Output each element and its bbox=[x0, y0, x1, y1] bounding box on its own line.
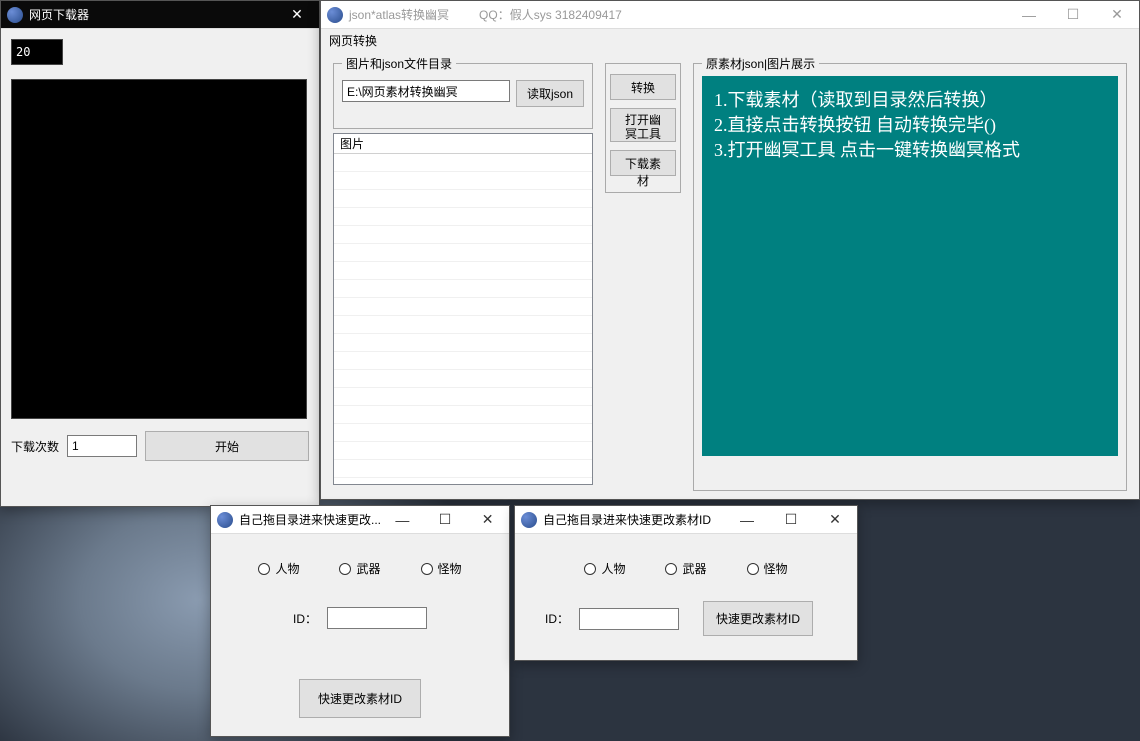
radio-icon bbox=[584, 563, 596, 575]
window-subtitle: QQ：假人sys 3182409417 bbox=[479, 6, 622, 23]
radio-icon bbox=[258, 563, 270, 575]
window-title: 自己拖目录进来快速更改... bbox=[239, 511, 381, 528]
app-icon bbox=[521, 512, 537, 528]
change-id-button[interactable]: 快速更改素材ID bbox=[703, 601, 813, 636]
minimize-icon[interactable]: — bbox=[725, 506, 769, 534]
radio-monster[interactable]: 怪物 bbox=[421, 560, 462, 577]
radio-icon bbox=[339, 563, 351, 575]
start-button[interactable]: 开始 bbox=[145, 431, 309, 461]
app-icon bbox=[7, 7, 23, 23]
radio-icon bbox=[747, 563, 759, 575]
app-icon bbox=[217, 512, 233, 528]
id-label: ID： bbox=[293, 610, 317, 627]
id-changer-window-1: 自己拖目录进来快速更改... — ☐ ✕ 人物 武器 怪物 ID： 快速更改素材… bbox=[210, 505, 510, 737]
id-changer-window-2: 自己拖目录进来快速更改素材ID — ☐ ✕ 人物 武器 怪物 ID： 快速更改素… bbox=[514, 505, 858, 661]
close-icon[interactable]: ✕ bbox=[466, 506, 509, 534]
read-json-button[interactable]: 读取json bbox=[516, 80, 584, 107]
minimize-icon[interactable]: — bbox=[1007, 1, 1051, 29]
radio-character[interactable]: 人物 bbox=[258, 560, 299, 577]
titlebar[interactable]: json*atlas转换幽冥 QQ：假人sys 3182409417 — ☐ ✕ bbox=[321, 1, 1139, 29]
window-title: json*atlas转换幽冥 bbox=[349, 6, 449, 23]
minimize-icon[interactable]: — bbox=[381, 506, 424, 534]
id-input[interactable] bbox=[579, 608, 679, 630]
small-display-value: 20 bbox=[16, 45, 30, 59]
radio-icon bbox=[421, 563, 433, 575]
group-title: 原素材json|图片展示 bbox=[702, 55, 819, 72]
maximize-icon[interactable]: ☐ bbox=[424, 506, 467, 534]
titlebar[interactable]: 自己拖目录进来快速更改... — ☐ ✕ bbox=[211, 506, 509, 534]
type-radio-group: 人物 武器 怪物 bbox=[221, 540, 499, 587]
group-directory: 图片和json文件目录 读取json bbox=[333, 63, 593, 129]
list-body[interactable] bbox=[334, 154, 592, 484]
preview-canvas bbox=[11, 79, 307, 419]
titlebar[interactable]: 自己拖目录进来快速更改素材ID — ☐ ✕ bbox=[515, 506, 857, 534]
window-title: 网页下载器 bbox=[29, 6, 89, 23]
menubar: 网页转换 bbox=[321, 29, 1139, 51]
small-display: 20 bbox=[11, 39, 63, 65]
radio-monster[interactable]: 怪物 bbox=[747, 560, 788, 577]
close-icon[interactable]: ✕ bbox=[1095, 1, 1139, 29]
radio-weapon[interactable]: 武器 bbox=[665, 560, 706, 577]
open-tool-button[interactable]: 打开幽冥工具 bbox=[610, 108, 676, 142]
list-header-label: 图片 bbox=[340, 135, 364, 152]
group-title: 图片和json文件目录 bbox=[342, 55, 456, 72]
menu-web-convert[interactable]: 网页转换 bbox=[329, 34, 377, 48]
list-header[interactable]: 图片 bbox=[334, 134, 592, 154]
id-input[interactable] bbox=[327, 607, 427, 629]
converter-window: json*atlas转换幽冥 QQ：假人sys 3182409417 — ☐ ✕… bbox=[320, 0, 1140, 500]
close-icon[interactable]: ✕ bbox=[813, 506, 857, 534]
count-input[interactable] bbox=[67, 435, 137, 457]
preview-text: 1.下载素材（读取到目录然后转换） 2.直接点击转换按钮 自动转换完毕() 3.… bbox=[702, 76, 1118, 456]
close-icon[interactable]: ✕ bbox=[275, 1, 319, 29]
radio-character[interactable]: 人物 bbox=[584, 560, 625, 577]
maximize-icon[interactable]: ☐ bbox=[769, 506, 813, 534]
type-radio-group: 人物 武器 怪物 bbox=[525, 540, 847, 587]
titlebar[interactable]: 网页下载器 ✕ bbox=[1, 1, 319, 29]
downloader-window: 网页下载器 ✕ 20 下载次数 开始 bbox=[0, 0, 320, 507]
radio-weapon[interactable]: 武器 bbox=[339, 560, 380, 577]
group-preview: 原素材json|图片展示 1.下载素材（读取到目录然后转换） 2.直接点击转换按… bbox=[693, 63, 1127, 491]
count-label: 下载次数 bbox=[11, 438, 59, 455]
app-icon bbox=[327, 7, 343, 23]
window-title: 自己拖目录进来快速更改素材ID bbox=[543, 511, 711, 528]
download-button[interactable]: 下载素材 bbox=[610, 150, 676, 176]
image-listview[interactable]: 图片 bbox=[333, 133, 593, 485]
group-actions: 转换 打开幽冥工具 下载素材 bbox=[605, 63, 681, 193]
directory-input[interactable] bbox=[342, 80, 510, 102]
maximize-icon[interactable]: ☐ bbox=[1051, 1, 1095, 29]
id-label: ID： bbox=[545, 610, 569, 627]
radio-icon bbox=[665, 563, 677, 575]
convert-button[interactable]: 转换 bbox=[610, 74, 676, 100]
change-id-button[interactable]: 快速更改素材ID bbox=[299, 679, 421, 718]
